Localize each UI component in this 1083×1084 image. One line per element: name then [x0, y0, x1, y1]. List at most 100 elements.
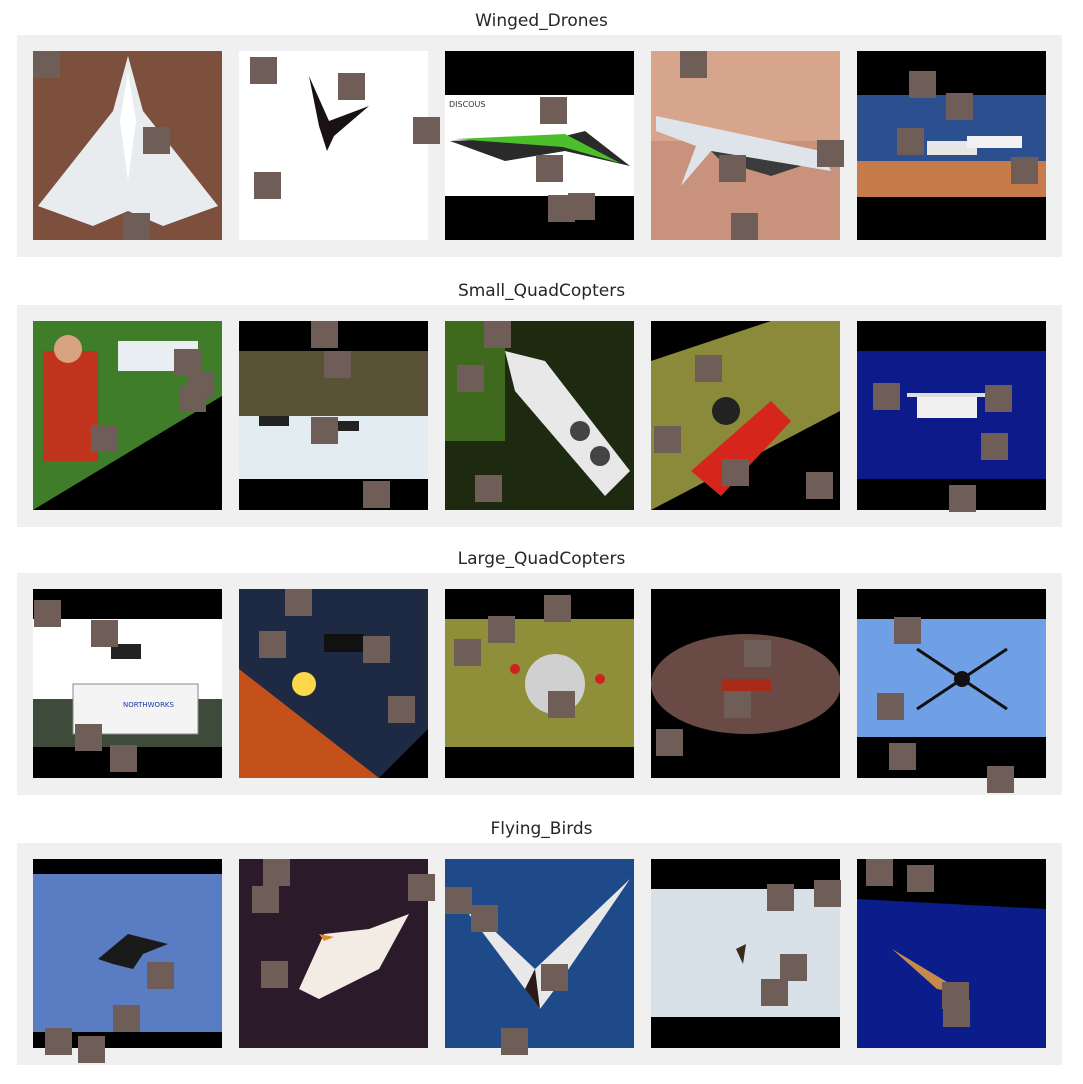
occlusion-patch: [475, 475, 502, 502]
occlusion-patch: [761, 979, 788, 1006]
occlusion-patch: [943, 1000, 970, 1027]
tile-large-quad-2: [239, 589, 428, 778]
tile-winged-drone-5: [857, 51, 1046, 240]
occlusion-patch: [143, 127, 170, 154]
occlusion-patch: [814, 880, 841, 907]
tile-winged-drone-4: [651, 51, 840, 240]
row-strip-small-quadcopters: [17, 305, 1062, 527]
occlusion-patch: [987, 766, 1014, 793]
occlusion-patch: [311, 321, 338, 348]
image-grid: Winged_Drones DISCOUS Small_QuadCopters …: [0, 0, 1083, 1084]
occlusion-patch: [110, 745, 137, 772]
occlusion-patch: [34, 600, 61, 627]
occlusion-patch: [147, 962, 174, 989]
occlusion-patch: [866, 859, 893, 886]
tile-winged-drone-1: [33, 51, 222, 240]
drone-image: [33, 51, 222, 240]
occlusion-patch: [817, 140, 844, 167]
occlusion-patch: [877, 693, 904, 720]
occlusion-patch: [985, 385, 1012, 412]
occlusion-patch: [909, 71, 936, 98]
tile-large-quad-5: [857, 589, 1046, 778]
drone-image: [239, 589, 428, 778]
occlusion-patch: [548, 691, 575, 718]
occlusion-patch: [680, 51, 707, 78]
occlusion-patch: [445, 887, 472, 914]
occlusion-patch: [324, 351, 351, 378]
occlusion-patch: [501, 1028, 528, 1055]
row-title-winged-drones: Winged_Drones: [475, 11, 608, 31]
row-title-small-quadcopters: Small_QuadCopters: [457, 281, 626, 301]
occlusion-patch: [946, 93, 973, 120]
occlusion-patch: [873, 383, 900, 410]
occlusion-patch: [744, 640, 771, 667]
occlusion-patch: [536, 155, 563, 182]
drone-image: [857, 51, 1046, 240]
occlusion-patch: [654, 426, 681, 453]
occlusion-patch: [250, 57, 277, 84]
occlusion-patch: [285, 589, 312, 616]
occlusion-patch: [695, 355, 722, 382]
tile-large-quad-3: [445, 589, 634, 778]
bird-image: [445, 859, 634, 1048]
drone-image: [651, 51, 840, 240]
occlusion-patch: [889, 743, 916, 770]
occlusion-patch: [488, 616, 515, 643]
tile-bird-4: [651, 859, 840, 1048]
occlusion-patch: [311, 417, 338, 444]
drone-image: DISCOUS: [445, 51, 634, 240]
occlusion-patch: [263, 859, 290, 886]
occlusion-patch: [656, 729, 683, 756]
occlusion-patch: [261, 961, 288, 988]
row-title-flying-birds: Flying_Birds: [490, 819, 593, 839]
occlusion-patch: [45, 1028, 72, 1055]
occlusion-patch: [363, 481, 390, 508]
drone-image: [857, 321, 1046, 510]
occlusion-patch: [252, 886, 279, 913]
occlusion-patch: [413, 117, 440, 144]
occlusion-patch: [731, 213, 758, 240]
logo-text: NORTHWORKS: [123, 701, 175, 709]
occlusion-patch: [123, 213, 150, 240]
logo-text: DISCOUS: [449, 100, 485, 109]
occlusion-patch: [338, 73, 365, 100]
occlusion-patch: [454, 639, 481, 666]
row-strip-large-quadcopters: NORTHWORKS: [17, 573, 1062, 795]
occlusion-patch: [113, 1005, 140, 1032]
occlusion-patch: [33, 51, 60, 78]
occlusion-patch: [722, 459, 749, 486]
occlusion-patch: [907, 865, 934, 892]
occlusion-patch: [484, 321, 511, 348]
occlusion-patch: [388, 696, 415, 723]
drone-image: [445, 321, 634, 510]
occlusion-patch: [981, 433, 1008, 460]
occlusion-patch: [541, 964, 568, 991]
drone-image: [857, 589, 1046, 778]
row-strip-winged-drones: DISCOUS: [17, 35, 1062, 257]
occlusion-patch: [91, 620, 118, 647]
drone-image: [445, 589, 634, 778]
occlusion-patch: [457, 365, 484, 392]
occlusion-patch: [568, 193, 595, 220]
tile-small-quad-5: [857, 321, 1046, 510]
occlusion-patch: [724, 691, 751, 718]
occlusion-patch: [780, 954, 807, 981]
row-strip-flying-birds: [17, 843, 1062, 1065]
drone-image: [239, 321, 428, 510]
bird-image: [651, 859, 840, 1048]
occlusion-patch: [75, 724, 102, 751]
occlusion-patch: [179, 385, 206, 412]
tile-bird-3: [445, 859, 634, 1048]
occlusion-patch: [1011, 157, 1038, 184]
occlusion-patch: [767, 884, 794, 911]
occlusion-patch: [894, 617, 921, 644]
tile-small-quad-2: [239, 321, 428, 510]
tile-winged-drone-3: DISCOUS: [445, 51, 634, 240]
occlusion-patch: [544, 595, 571, 622]
tile-small-quad-3: [445, 321, 634, 510]
occlusion-patch: [363, 636, 390, 663]
occlusion-patch: [540, 97, 567, 124]
occlusion-patch: [91, 425, 118, 452]
occlusion-patch: [259, 631, 286, 658]
occlusion-patch: [806, 472, 833, 499]
